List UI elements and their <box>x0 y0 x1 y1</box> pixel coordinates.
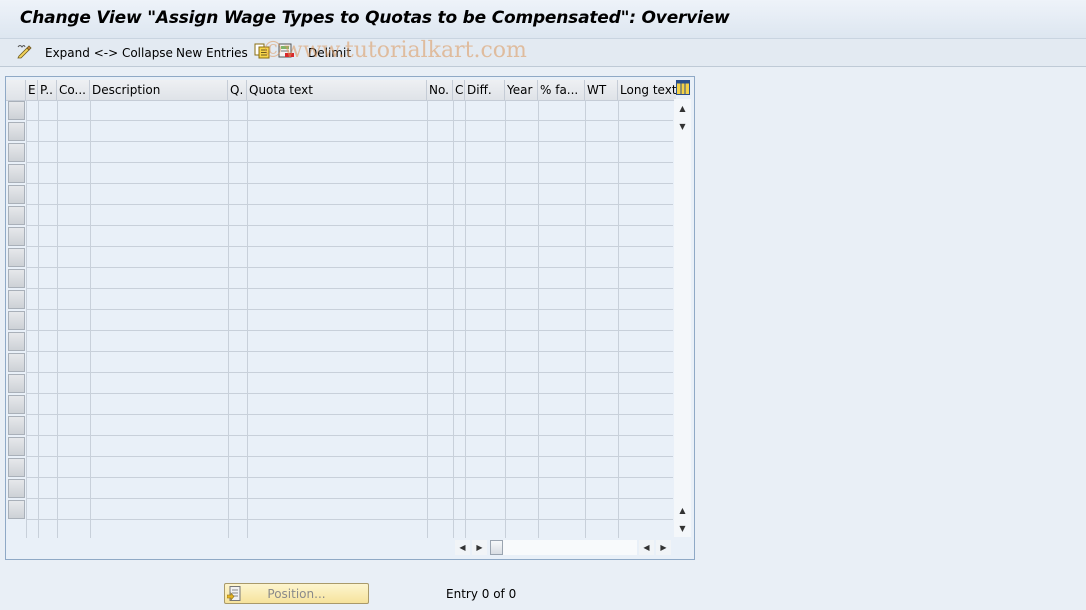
scroll-down-bottom-icon[interactable]: ▼ <box>675 521 690 536</box>
column-header-percent[interactable]: % fa... <box>538 80 585 100</box>
column-header-quota-text[interactable]: Quota text <box>247 80 427 100</box>
row-selector[interactable] <box>8 248 25 267</box>
row-selector[interactable] <box>8 122 25 141</box>
entry-counter: Entry 0 of 0 <box>446 587 517 601</box>
table-row[interactable] <box>26 289 673 310</box>
column-header-c[interactable]: C <box>453 80 465 100</box>
horizontal-scroll-thumb[interactable] <box>490 540 503 555</box>
position-button[interactable]: Position... <box>224 583 369 604</box>
table-row[interactable] <box>26 352 673 373</box>
row-selector[interactable] <box>8 500 25 519</box>
row-selector[interactable] <box>8 206 25 225</box>
expand-collapse-button[interactable]: Expand <-> Collapse <box>45 44 173 62</box>
table-row[interactable] <box>26 226 673 247</box>
table-row[interactable] <box>26 184 673 205</box>
table-row[interactable] <box>26 373 673 394</box>
horizontal-scrollbar[interactable]: ◀ ▶ ◀ ▶ <box>453 539 675 556</box>
column-header-q[interactable]: Q. <box>228 80 247 100</box>
table-row[interactable] <box>26 457 673 478</box>
horizontal-scroll-track[interactable] <box>490 540 637 555</box>
page-title: Change View "Assign Wage Types to Quotas… <box>20 8 730 28</box>
scroll-right-icon[interactable]: ▶ <box>472 540 487 555</box>
delimit-button[interactable]: Delimit <box>308 44 351 62</box>
table-control: E P.. Co... Description Q. Quota text No… <box>5 76 695 560</box>
row-selector[interactable] <box>8 374 25 393</box>
row-selector[interactable] <box>8 227 25 246</box>
scroll-left-icon[interactable]: ◀ <box>455 540 470 555</box>
new-entries-button[interactable]: New Entries <box>176 44 248 62</box>
column-header-no[interactable]: No. <box>427 80 453 100</box>
table-row[interactable] <box>26 100 673 121</box>
row-selector[interactable] <box>8 395 25 414</box>
column-header-long-text[interactable]: Long text <box>618 80 676 100</box>
scroll-up-top-icon[interactable]: ▲ <box>675 101 690 116</box>
column-header-description[interactable]: Description <box>90 80 228 100</box>
table-header: E P.. Co... Description Q. Quota text No… <box>6 80 676 101</box>
position-button-label: Position... <box>267 587 326 601</box>
column-header-diff[interactable]: Diff. <box>465 80 505 100</box>
table-row[interactable] <box>26 205 673 226</box>
column-header-p[interactable]: P.. <box>38 80 57 100</box>
application-toolbar: Expand <-> Collapse New Entries Delimit <box>0 39 1086 67</box>
row-selector[interactable] <box>8 479 25 498</box>
scroll-right-end-icon[interactable]: ▶ <box>656 540 671 555</box>
row-selector[interactable] <box>8 143 25 162</box>
row-selector[interactable] <box>8 437 25 456</box>
table-row[interactable] <box>26 394 673 415</box>
row-selector[interactable] <box>8 416 25 435</box>
table-row[interactable] <box>26 415 673 436</box>
table-row[interactable] <box>26 142 673 163</box>
row-selector[interactable] <box>8 185 25 204</box>
table-row[interactable] <box>26 163 673 184</box>
row-selector[interactable] <box>8 290 25 309</box>
row-selector[interactable] <box>8 269 25 288</box>
table-row[interactable] <box>26 247 673 268</box>
row-selector[interactable] <box>8 332 25 351</box>
row-selector[interactable] <box>8 353 25 372</box>
row-selector[interactable] <box>8 311 25 330</box>
table-row[interactable] <box>26 478 673 499</box>
display-change-icon[interactable] <box>16 43 32 59</box>
scroll-left-end-icon[interactable]: ◀ <box>639 540 654 555</box>
table-row[interactable] <box>26 121 673 142</box>
row-selector[interactable] <box>8 101 25 120</box>
table-row[interactable] <box>26 436 673 457</box>
title-bar: Change View "Assign Wage Types to Quotas… <box>0 0 1086 39</box>
column-settings-icon[interactable] <box>676 80 690 95</box>
table-row[interactable] <box>26 499 673 520</box>
column-header-year[interactable]: Year <box>505 80 538 100</box>
row-selector[interactable] <box>8 458 25 477</box>
row-selector[interactable] <box>8 164 25 183</box>
delete-icon[interactable] <box>278 43 294 59</box>
table-row[interactable] <box>26 331 673 352</box>
scroll-down-top-icon[interactable]: ▼ <box>675 119 690 134</box>
column-header-e[interactable]: E <box>26 80 38 100</box>
column-header-wt[interactable]: WT <box>585 80 618 100</box>
table-row[interactable] <box>26 310 673 331</box>
scroll-up-bottom-icon[interactable]: ▲ <box>675 503 690 518</box>
column-header-co[interactable]: Co... <box>57 80 90 100</box>
select-all-header[interactable] <box>6 80 26 100</box>
table-row[interactable] <box>26 268 673 289</box>
vertical-scrollbar[interactable]: ▲ ▼ ▲ ▼ <box>674 99 691 537</box>
copy-as-icon[interactable] <box>254 43 270 59</box>
